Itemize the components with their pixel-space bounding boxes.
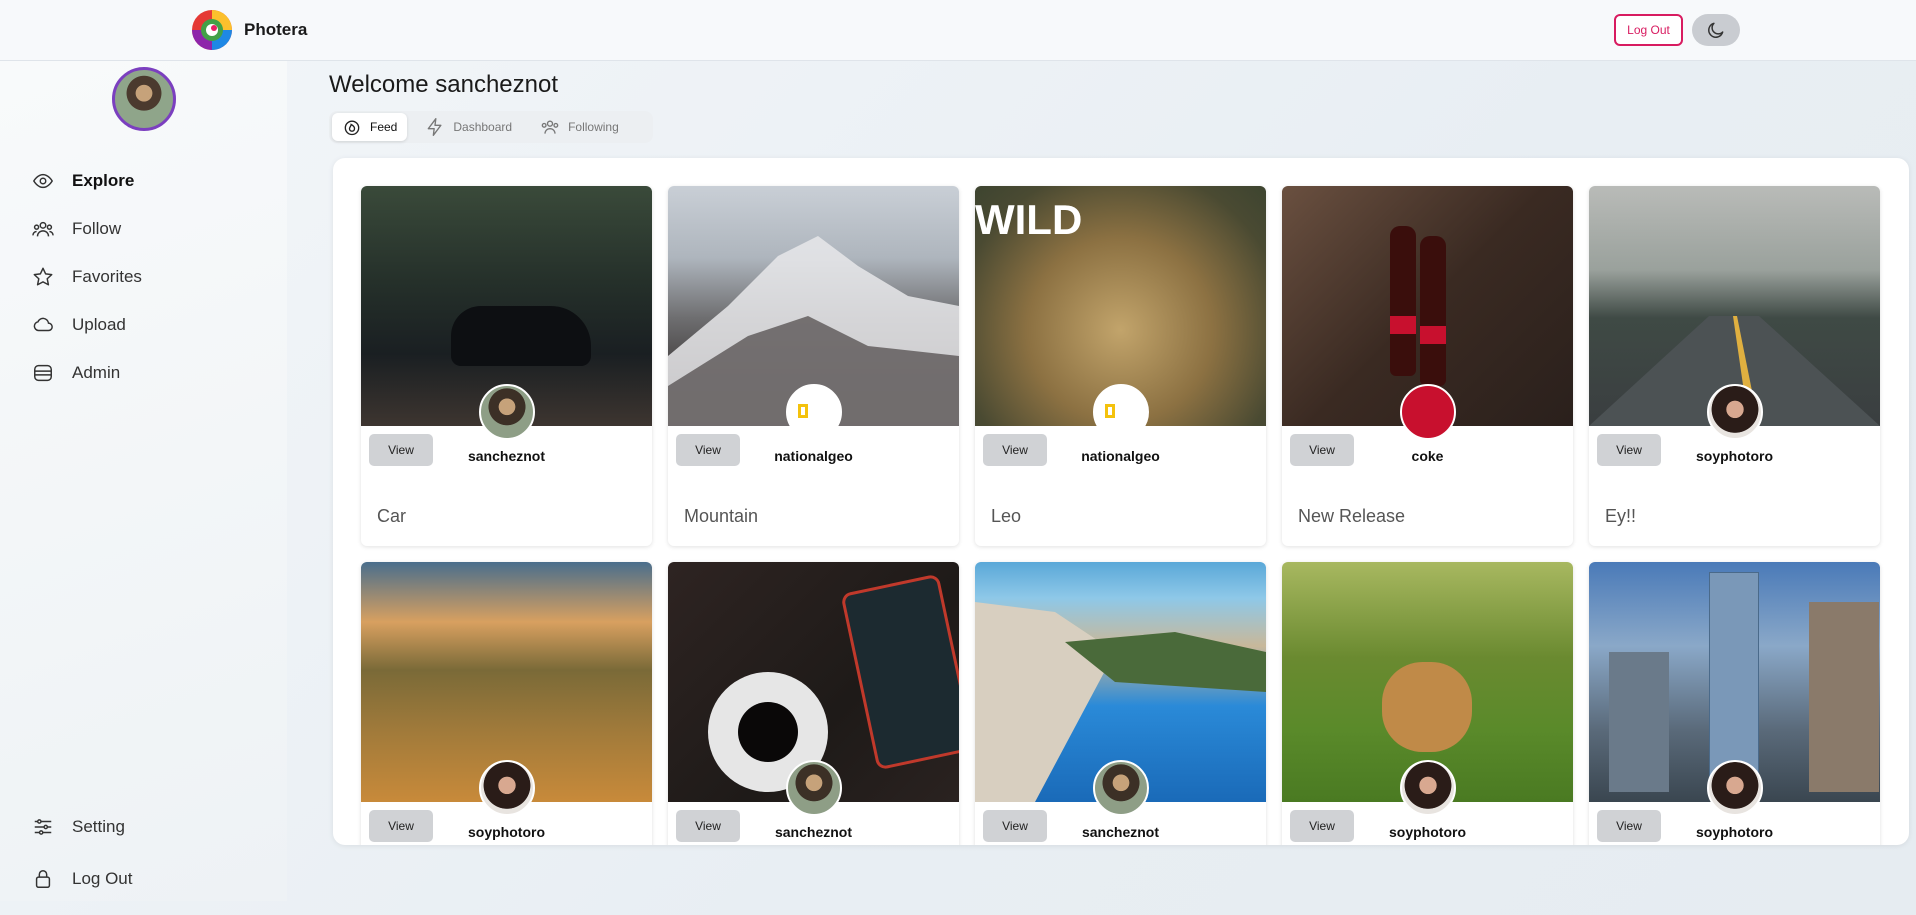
user-avatar[interactable] — [786, 760, 842, 816]
database-icon — [34, 364, 52, 382]
card-username[interactable]: nationalgeo — [975, 448, 1266, 464]
sidebar-item-explore[interactable]: Explore — [32, 166, 134, 196]
theme-toggle-button[interactable] — [1692, 14, 1740, 46]
logout-button[interactable]: Log Out — [1614, 14, 1683, 46]
moon-icon — [1708, 22, 1724, 38]
card-username[interactable]: sancheznot — [668, 824, 959, 840]
user-avatar[interactable] — [479, 760, 535, 816]
photo-card: View soyphotoro — [1282, 562, 1573, 845]
users-icon — [541, 120, 559, 134]
card-username[interactable]: coke — [1282, 448, 1573, 464]
sidebar: Explore Follow Favorites Upload Admin Se… — [0, 61, 287, 901]
photo-card: View sancheznot — [668, 562, 959, 845]
user-avatar[interactable] — [1707, 384, 1763, 440]
sidebar-item-label: Favorites — [72, 267, 142, 286]
photo-card: View coke New Release — [1282, 186, 1573, 546]
card-title: Ey!! — [1605, 506, 1637, 526]
user-avatar[interactable] — [786, 384, 842, 440]
tab-label: Feed — [370, 120, 398, 134]
sidebar-item-label: Setting — [72, 817, 125, 836]
page-title: Welcome sancheznot — [329, 71, 559, 98]
star-icon — [33, 267, 53, 286]
tab-dashboard[interactable]: Dashboard — [415, 113, 522, 141]
card-username[interactable]: soyphotoro — [1282, 824, 1573, 840]
user-avatar[interactable] — [112, 67, 176, 131]
card-username[interactable]: soyphotoro — [361, 824, 652, 840]
photo-card: View soyphotoro — [361, 562, 652, 845]
photo-card: View soyphotoro Ey!! — [1589, 186, 1880, 546]
lock-icon — [35, 870, 51, 888]
card-username[interactable]: soyphotoro — [1589, 824, 1880, 840]
sliders-icon — [34, 819, 52, 835]
cloud-icon — [33, 317, 53, 332]
top-bar: Photera Log Out — [0, 0, 1916, 61]
sidebar-item-label: Follow — [72, 219, 122, 238]
feed-panel: View sancheznot Car View nationalgeo Mou… — [333, 158, 1909, 845]
eye-icon — [32, 173, 54, 189]
flame-icon — [344, 120, 360, 136]
card-title: Car — [377, 506, 407, 526]
users-icon — [32, 221, 54, 237]
sidebar-item-label: Upload — [72, 315, 126, 334]
app-name: Photera — [244, 20, 308, 39]
tab-label: Dashboard — [453, 120, 513, 134]
user-avatar[interactable] — [1093, 760, 1149, 816]
photera-logo[interactable] — [191, 8, 233, 52]
photo-card: View nationalgeo Mountain — [668, 186, 959, 546]
sidebar-item-favorites[interactable]: Favorites — [32, 262, 142, 292]
card-username[interactable]: nationalgeo — [668, 448, 959, 464]
sidebar-item-label: Explore — [72, 171, 135, 190]
tab-feed[interactable]: Feed — [332, 113, 408, 141]
lightning-icon — [428, 118, 442, 136]
card-title: Mountain — [684, 506, 759, 526]
card-title: New Release — [1298, 506, 1406, 526]
sidebar-item-upload[interactable]: Upload — [32, 310, 126, 340]
sidebar-item-setting[interactable]: Setting — [32, 812, 125, 842]
card-username[interactable]: sancheznot — [975, 824, 1266, 840]
sidebar-item-label: Admin — [72, 363, 121, 382]
sidebar-item-label: Log Out — [72, 869, 133, 888]
card-username[interactable]: soyphotoro — [1589, 448, 1880, 464]
user-avatar[interactable] — [1707, 760, 1763, 816]
card-username[interactable]: sancheznot — [361, 448, 652, 464]
sidebar-item-admin[interactable]: Admin — [32, 358, 120, 388]
photo-card: View sancheznot — [975, 562, 1266, 845]
sidebar-item-logout[interactable]: Log Out — [32, 864, 133, 894]
sidebar-item-follow[interactable]: Follow — [32, 214, 121, 244]
tab-bar: Feed Dashboard Following — [329, 111, 653, 143]
photo-card: View soyphotoro — [1589, 562, 1880, 845]
photo-overlay-text: WILD — [975, 196, 1083, 243]
user-avatar[interactable] — [479, 384, 535, 440]
photo-card: WILD View nationalgeo Leo — [975, 186, 1266, 546]
card-title: Leo — [991, 506, 1022, 526]
user-avatar[interactable] — [1400, 760, 1456, 816]
user-avatar[interactable] — [1093, 384, 1149, 440]
user-avatar[interactable] — [1400, 384, 1456, 440]
tab-label: Following — [568, 120, 619, 134]
photo-card: View sancheznot Car — [361, 186, 652, 546]
tab-following[interactable]: Following — [530, 113, 629, 141]
